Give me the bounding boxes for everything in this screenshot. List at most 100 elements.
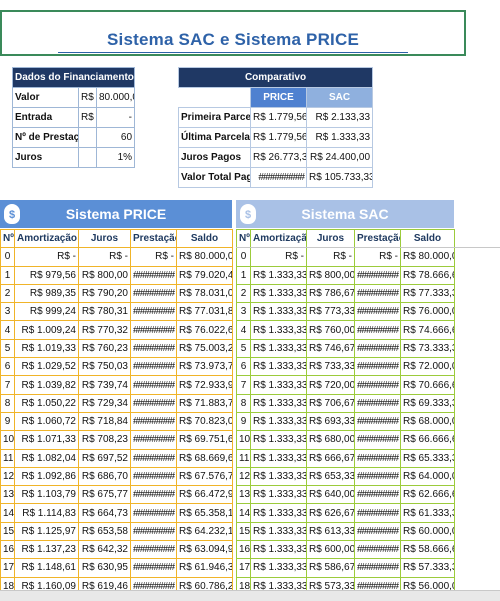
- sac-cell[interactable]: R$ 58.666,67: [400, 540, 455, 560]
- sac-cell[interactable]: R$ 1.333,33: [250, 540, 307, 560]
- sac-cell[interactable]: 7: [236, 375, 251, 395]
- financing-currency[interactable]: [78, 127, 97, 148]
- price-cell[interactable]: 15: [0, 521, 15, 542]
- sac-cell[interactable]: 9: [236, 411, 251, 432]
- price-cell[interactable]: R$ 71.883,72: [176, 393, 233, 413]
- price-cell[interactable]: 5: [0, 338, 15, 359]
- price-cell[interactable]: R$ -: [78, 247, 131, 267]
- price-cell[interactable]: R$ 999,24: [14, 302, 79, 322]
- sac-cell[interactable]: R$ 74.666,67: [400, 320, 455, 340]
- sac-cell[interactable]: R$ -: [306, 247, 355, 267]
- price-cell[interactable]: #########: [130, 320, 177, 340]
- price-cell[interactable]: R$ 708,23: [78, 430, 131, 450]
- price-cell[interactable]: R$ 1.125,97: [14, 521, 79, 542]
- sac-cell[interactable]: #########: [354, 338, 401, 359]
- price-cell[interactable]: #########: [130, 393, 177, 413]
- price-cell[interactable]: #########: [130, 540, 177, 560]
- financing-value-input[interactable]: 60: [95, 127, 136, 148]
- price-cell[interactable]: R$ 630,95: [78, 558, 131, 578]
- sac-cell[interactable]: 6: [236, 357, 251, 377]
- price-cell[interactable]: 11: [0, 448, 15, 468]
- comparison-price-value[interactable]: R$ 1.779,56: [250, 107, 307, 128]
- sac-cell[interactable]: 14: [236, 503, 251, 523]
- price-cell[interactable]: R$ 800,00: [78, 265, 131, 285]
- price-cell[interactable]: R$ 1.039,82: [14, 375, 79, 395]
- price-cell[interactable]: R$ 70.823,00: [176, 411, 233, 432]
- sac-cell[interactable]: #########: [354, 320, 401, 340]
- comparison-price-value[interactable]: R$ 26.773,35: [250, 147, 307, 168]
- financing-value-input[interactable]: -: [95, 107, 136, 128]
- sac-cell[interactable]: 13: [236, 485, 251, 505]
- sac-cell[interactable]: R$ 1.333,33: [250, 393, 307, 413]
- sac-cell[interactable]: #########: [354, 558, 401, 578]
- sac-cell[interactable]: R$ 1.333,33: [250, 320, 307, 340]
- price-cell[interactable]: R$ 63.094,96: [176, 540, 233, 560]
- price-cell[interactable]: #########: [130, 466, 177, 487]
- sac-cell[interactable]: R$ 760,00: [306, 320, 355, 340]
- price-cell[interactable]: R$ -: [14, 247, 79, 267]
- sac-cell[interactable]: R$ 1.333,33: [250, 375, 307, 395]
- sac-cell[interactable]: #########: [354, 466, 401, 487]
- price-cell[interactable]: #########: [130, 283, 177, 304]
- financing-currency[interactable]: R$: [78, 87, 97, 108]
- horizontal-scrollbar[interactable]: [0, 590, 500, 601]
- sac-cell[interactable]: R$ 586,67: [306, 558, 355, 578]
- price-cell[interactable]: R$ 770,32: [78, 320, 131, 340]
- price-cell[interactable]: R$ 1.137,23: [14, 540, 79, 560]
- sac-cell[interactable]: 1: [236, 265, 251, 285]
- sac-cell[interactable]: R$ 680,00: [306, 430, 355, 450]
- price-cell[interactable]: R$ 72.933,94: [176, 375, 233, 395]
- sac-cell[interactable]: #########: [354, 357, 401, 377]
- price-cell[interactable]: R$ 697,52: [78, 448, 131, 468]
- sac-cell[interactable]: R$ 746,67: [306, 338, 355, 359]
- sac-cell[interactable]: R$ 1.333,33: [250, 265, 307, 285]
- sac-cell[interactable]: R$ 1.333,33: [250, 283, 307, 304]
- price-cell[interactable]: R$ 729,34: [78, 393, 131, 413]
- sac-cell[interactable]: 17: [236, 558, 251, 578]
- price-cell[interactable]: R$ 1.082,04: [14, 448, 79, 468]
- price-cell[interactable]: R$ 69.751,68: [176, 430, 233, 450]
- sac-cell[interactable]: R$ 1.333,33: [250, 357, 307, 377]
- price-cell[interactable]: 7: [0, 375, 15, 395]
- sac-cell[interactable]: 15: [236, 521, 251, 542]
- sac-cell[interactable]: R$ -: [354, 247, 401, 267]
- sac-cell[interactable]: R$ 68.000,00: [400, 411, 455, 432]
- price-cell[interactable]: R$ 1.148,61: [14, 558, 79, 578]
- price-cell[interactable]: 13: [0, 485, 15, 505]
- price-cell[interactable]: R$ 750,03: [78, 357, 131, 377]
- price-cell[interactable]: 12: [0, 466, 15, 487]
- price-cell[interactable]: R$ 1.060,72: [14, 411, 79, 432]
- sac-cell[interactable]: R$ 69.333,33: [400, 393, 455, 413]
- price-cell[interactable]: R$ 68.669,64: [176, 448, 233, 468]
- price-cell[interactable]: R$ 1.114,83: [14, 503, 79, 523]
- sac-cell[interactable]: R$ 76.000,00: [400, 302, 455, 322]
- price-cell[interactable]: R$ 760,23: [78, 338, 131, 359]
- price-cell[interactable]: 0: [0, 247, 15, 267]
- price-cell[interactable]: #########: [130, 503, 177, 523]
- sac-cell[interactable]: R$ 80.000,00: [400, 247, 455, 267]
- price-cell[interactable]: R$ 75.003,28: [176, 338, 233, 359]
- sac-cell[interactable]: R$ 706,67: [306, 393, 355, 413]
- price-cell[interactable]: #########: [130, 338, 177, 359]
- price-cell[interactable]: #########: [130, 265, 177, 285]
- price-cell[interactable]: R$ 1.092,86: [14, 466, 79, 487]
- sac-cell[interactable]: R$ 57.333,33: [400, 558, 455, 578]
- price-cell[interactable]: 2: [0, 283, 15, 304]
- sac-cell[interactable]: R$ 1.333,33: [250, 448, 307, 468]
- sac-cell[interactable]: 3: [236, 302, 251, 322]
- sac-cell[interactable]: R$ 1.333,33: [250, 466, 307, 487]
- sac-cell[interactable]: R$ 73.333,33: [400, 338, 455, 359]
- sac-cell[interactable]: R$ 720,00: [306, 375, 355, 395]
- price-cell[interactable]: R$ 77.031,85: [176, 302, 233, 322]
- price-cell[interactable]: R$ 1.071,33: [14, 430, 79, 450]
- sac-cell[interactable]: #########: [354, 448, 401, 468]
- sac-cell[interactable]: 0: [236, 247, 251, 267]
- sac-cell[interactable]: #########: [354, 521, 401, 542]
- comparison-sac-value[interactable]: R$ 105.733,33: [305, 167, 374, 188]
- sac-cell[interactable]: R$ 1.333,33: [250, 430, 307, 450]
- price-cell[interactable]: R$ 739,74: [78, 375, 131, 395]
- sac-cell[interactable]: R$ 62.666,67: [400, 485, 455, 505]
- financing-currency[interactable]: [78, 147, 97, 168]
- sac-cell[interactable]: 4: [236, 320, 251, 340]
- price-cell[interactable]: 6: [0, 357, 15, 377]
